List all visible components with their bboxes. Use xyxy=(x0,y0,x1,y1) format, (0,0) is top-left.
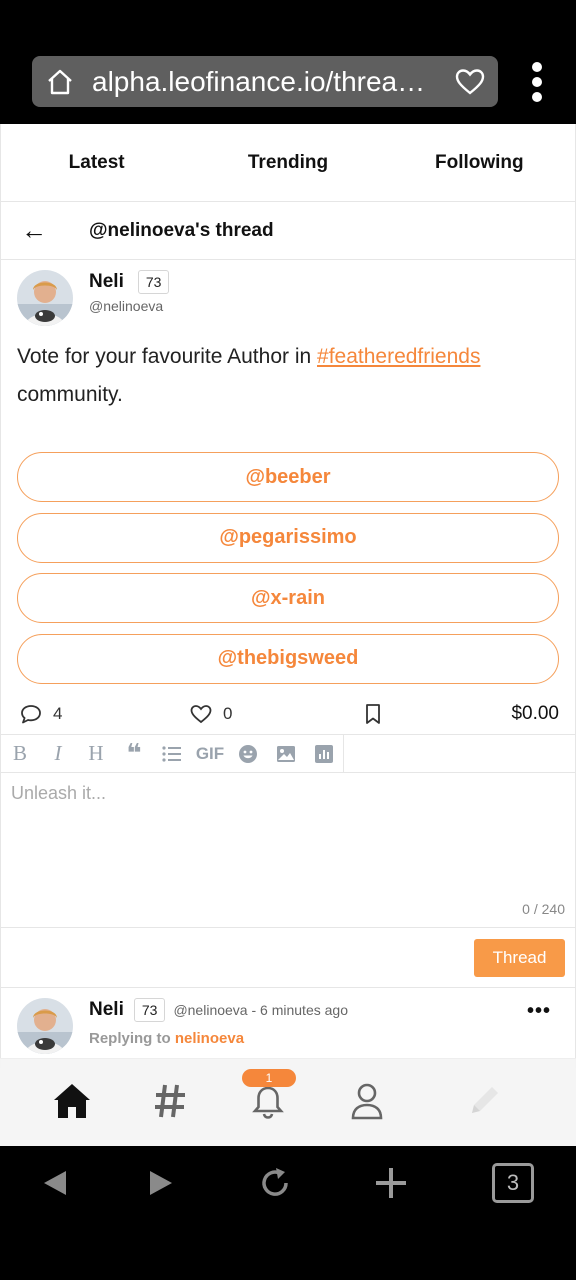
toolbar-divider xyxy=(343,734,344,773)
poll-option-pegarissimo[interactable]: @pegarissimo xyxy=(17,512,559,563)
avatar[interactable] xyxy=(17,270,73,326)
browser-toolbar: alpha.leofinance.io/threa… xyxy=(0,0,576,124)
thread-textarea[interactable]: Unleash it... 0 / 240 xyxy=(1,773,575,927)
home-nav-icon[interactable] xyxy=(50,1079,94,1123)
post-author-meta: Neli 73 @nelinoeva xyxy=(89,270,170,314)
reply-editor: B I H ❝ GIF Unleash it... 0 / 240 xyxy=(0,734,576,928)
browser-menu-icon[interactable] xyxy=(524,60,550,104)
poll-option-beeber[interactable]: @beeber xyxy=(17,452,559,502)
reply-author-name[interactable]: Neli xyxy=(89,999,124,1021)
more-options-icon[interactable]: ••• xyxy=(527,1000,551,1023)
tab-following[interactable]: Following xyxy=(384,152,575,174)
hashtag-link[interactable]: #featheredfriends xyxy=(317,345,480,368)
italic-icon[interactable]: I xyxy=(39,735,77,773)
like-button[interactable]: 0 xyxy=(189,702,232,726)
feed-tabs: Latest Trending Following xyxy=(0,124,576,202)
reply-author-meta: Neli 73 @nelinoeva - 6 minutes ago Reply… xyxy=(89,998,348,1047)
open-tabs-count: 3 xyxy=(492,1163,534,1203)
reply-post: Neli 73 @nelinoeva - 6 minutes ago Reply… xyxy=(0,988,576,1068)
gif-icon[interactable]: GIF xyxy=(191,735,229,773)
chart-icon[interactable] xyxy=(305,735,343,773)
reputation-badge: 73 xyxy=(133,998,166,1022)
notification-badge: 1 xyxy=(242,1069,296,1087)
post-author-row: Neli 73 @nelinoeva xyxy=(17,260,559,336)
thread-header: ← @nelinoeva's thread xyxy=(0,202,576,260)
web-page: Latest Trending Following ← @nelinoeva's… xyxy=(0,124,576,1146)
quote-icon[interactable]: ❝ xyxy=(115,735,153,773)
browser-back-icon[interactable] xyxy=(30,1158,80,1208)
poll-options: @beeber @pegarissimo @x-rain @thebigswee… xyxy=(17,452,559,684)
compose-pencil-icon[interactable] xyxy=(462,1079,506,1123)
comments-button[interactable]: 4 xyxy=(19,702,62,726)
poll-option-x-rain[interactable]: @x-rain xyxy=(17,573,559,623)
replying-to: Replying to nelinoeva xyxy=(89,1030,348,1047)
heart-icon xyxy=(189,702,213,726)
back-arrow-icon[interactable]: ← xyxy=(21,215,61,246)
bookmark-button[interactable] xyxy=(361,702,385,726)
poll-option-thebigsweed[interactable]: @thebigsweed xyxy=(17,633,559,684)
new-tab-plus-icon[interactable] xyxy=(366,1158,416,1208)
profile-nav-icon[interactable] xyxy=(345,1079,389,1123)
heading-icon[interactable]: H xyxy=(77,735,115,773)
bookmark-icon xyxy=(361,702,385,726)
thread-title: @nelinoeva's thread xyxy=(89,219,274,241)
home-icon[interactable] xyxy=(46,68,74,96)
tab-switcher-button[interactable]: 3 xyxy=(488,1158,538,1208)
system-navigation-bar: 3 xyxy=(0,1146,576,1280)
url-text[interactable]: alpha.leofinance.io/threa… xyxy=(92,66,438,98)
browser-forward-icon[interactable] xyxy=(136,1158,186,1208)
editor-toolbar: B I H ❝ GIF xyxy=(1,734,575,773)
avatar[interactable] xyxy=(17,998,73,1054)
reply-time: - 6 minutes ago xyxy=(251,1002,348,1018)
tab-latest[interactable]: Latest xyxy=(1,152,192,174)
like-count: 0 xyxy=(223,704,233,723)
post-text-lead: Vote for your favourite Author in xyxy=(17,345,318,368)
replying-to-link[interactable]: nelinoeva xyxy=(175,1030,244,1047)
replying-label: Replying to xyxy=(89,1030,171,1047)
reload-icon[interactable] xyxy=(250,1158,300,1208)
bookmark-heart-icon[interactable] xyxy=(454,66,486,98)
thread-submit-button[interactable]: Thread xyxy=(474,939,565,977)
bold-icon[interactable]: B xyxy=(1,735,39,773)
thread-post: Neli 73 @nelinoeva Vote for your favouri… xyxy=(0,260,576,734)
app-bottom-nav: 1 xyxy=(0,1058,576,1146)
post-text: Vote for your favourite Author in #feath… xyxy=(17,338,559,414)
comment-icon xyxy=(19,702,43,726)
character-counter: 0 / 240 xyxy=(522,901,565,917)
reputation-badge: 73 xyxy=(137,270,170,294)
list-icon[interactable] xyxy=(153,735,191,773)
image-icon[interactable] xyxy=(267,735,305,773)
author-handle[interactable]: @nelinoeva xyxy=(89,298,169,314)
textarea-placeholder: Unleash it... xyxy=(11,783,107,803)
hashtag-nav-icon[interactable] xyxy=(148,1079,192,1123)
emoji-icon[interactable] xyxy=(229,735,267,773)
address-bar[interactable]: alpha.leofinance.io/threa… xyxy=(32,56,498,107)
post-actions: 4 0 $0.00 xyxy=(17,694,559,734)
post-text-tail: community. xyxy=(17,383,123,406)
submit-row: Thread xyxy=(0,928,576,988)
payout-value: $0.00 xyxy=(511,703,559,724)
reply-handle[interactable]: @nelinoeva xyxy=(173,1002,247,1018)
tab-trending[interactable]: Trending xyxy=(192,152,383,174)
comment-count: 4 xyxy=(53,704,63,723)
author-name[interactable]: Neli xyxy=(89,271,124,293)
